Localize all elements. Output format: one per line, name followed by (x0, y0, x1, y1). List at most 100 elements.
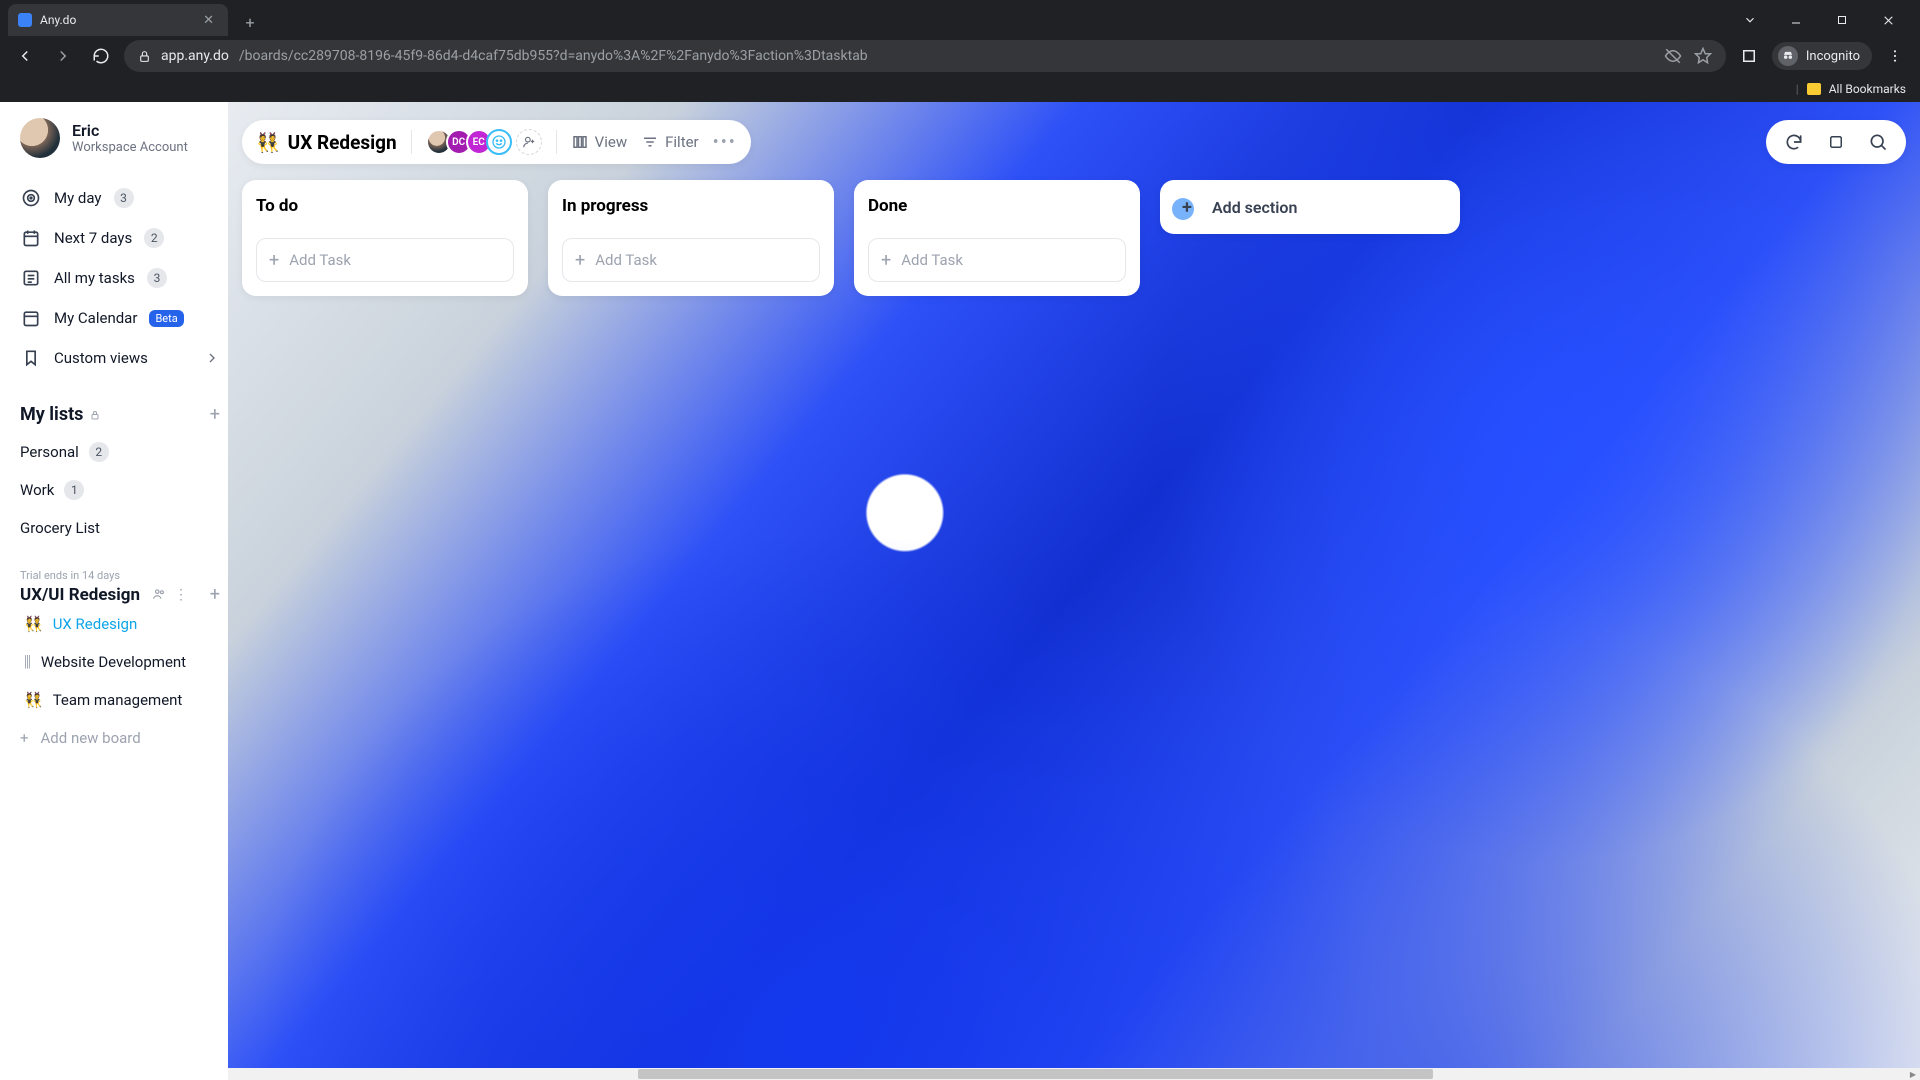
close-window-button[interactable] (1872, 6, 1904, 34)
forward-button[interactable] (48, 41, 78, 71)
tab-dropdown-icon[interactable] (1734, 6, 1766, 34)
board-label: UX Redesign (53, 615, 138, 633)
address-bar[interactable]: app.any.do/boards/cc289708-8196-45f9-86d… (124, 40, 1726, 72)
scroll-track[interactable] (14, 1068, 1906, 1080)
new-tab-button[interactable]: + (236, 8, 264, 36)
reload-button[interactable] (86, 41, 116, 71)
minimize-button[interactable] (1780, 6, 1812, 34)
addr-right-icons (1664, 47, 1712, 65)
add-workspace-board-button[interactable]: + (210, 584, 220, 605)
plus-icon: + (575, 250, 585, 271)
url-host: app.any.do (161, 48, 229, 64)
board-team-management[interactable]: 👯 Team management (20, 681, 220, 719)
my-lists-heading: My lists + (20, 404, 220, 425)
board-website-dev[interactable]: ⫼ Website Development (20, 643, 220, 681)
filter-label: Filter (665, 133, 699, 151)
divider (411, 130, 412, 154)
column-in-progress[interactable]: In progress + Add Task (548, 180, 834, 296)
list-label: Grocery List (20, 519, 100, 537)
board-emoji-icon: 👯 (24, 615, 43, 633)
incognito-icon (1778, 46, 1798, 66)
add-list-button[interactable]: + (210, 404, 220, 425)
add-task-button[interactable]: + Add Task (256, 238, 514, 282)
user-subtitle: Workspace Account (72, 140, 188, 155)
beta-badge: Beta (149, 310, 183, 327)
add-board-label: Add new board (41, 729, 141, 747)
add-section-label: Add section (1212, 198, 1297, 217)
column-done[interactable]: Done + Add Task (854, 180, 1140, 296)
column-todo[interactable]: To do + Add Task (242, 180, 528, 296)
tab-favicon (18, 13, 32, 27)
nav-label: Custom views (54, 349, 148, 367)
add-task-button[interactable]: + Add Task (868, 238, 1126, 282)
count-badge: 3 (114, 188, 134, 208)
app-root: Eric Workspace Account My day 3 Next 7 d… (0, 102, 1920, 1080)
list-work[interactable]: Work 1 (20, 471, 220, 509)
url-path: /boards/cc289708-8196-45f9-86d4-d4caf75d… (239, 48, 868, 64)
column-title: To do (256, 196, 514, 216)
maximize-button[interactable] (1826, 6, 1858, 34)
all-bookmarks-link[interactable]: All Bookmarks (1829, 82, 1906, 96)
chevron-right-icon (204, 350, 220, 366)
nav-label: All my tasks (54, 269, 135, 287)
count-badge: 2 (89, 442, 109, 462)
add-task-label: Add Task (595, 251, 657, 269)
eye-off-icon[interactable] (1664, 47, 1682, 65)
plus-icon: + (269, 250, 279, 271)
nav-my-calendar[interactable]: My Calendar Beta (20, 298, 220, 338)
incognito-badge[interactable]: Incognito (1772, 42, 1872, 70)
lines-icon: ⫼ (24, 653, 31, 671)
list-icon (20, 267, 42, 289)
calendar-icon (20, 227, 42, 249)
address-row: app.any.do/boards/cc289708-8196-45f9-86d… (0, 36, 1920, 76)
board-more-button[interactable]: ••• (713, 132, 737, 153)
add-new-board-button[interactable]: + Add new board (20, 719, 220, 757)
member-avatar-smile[interactable] (486, 129, 512, 155)
star-icon[interactable] (1694, 47, 1712, 65)
close-tab-icon[interactable]: ✕ (199, 11, 218, 30)
fullscreen-button[interactable] (1818, 124, 1854, 160)
list-grocery[interactable]: Grocery List (20, 509, 220, 547)
bookmark-icon (20, 347, 42, 369)
back-button[interactable] (10, 41, 40, 71)
my-lists-title: My lists (20, 404, 83, 425)
board-ux-redesign[interactable]: 👯 UX Redesign (20, 605, 220, 643)
board-label: Website Development (41, 653, 186, 671)
filter-button[interactable]: Filter (641, 133, 699, 151)
nav-all-my-tasks[interactable]: All my tasks 3 (20, 258, 220, 298)
target-icon (20, 187, 42, 209)
nav-my-day[interactable]: My day 3 (20, 178, 220, 218)
board-title-text: UX Redesign (288, 131, 397, 154)
horizontal-scrollbar[interactable]: ◀ ▶ (0, 1068, 1920, 1080)
tabs-row: Any.do ✕ + (0, 0, 1920, 36)
bookmarks-folder-icon (1807, 83, 1821, 95)
browser-tab[interactable]: Any.do ✕ (8, 4, 228, 36)
add-section-button[interactable]: + Add section (1160, 180, 1460, 234)
columns-icon (571, 133, 589, 151)
nav-custom-views[interactable]: Custom views (20, 338, 220, 378)
list-personal[interactable]: Personal 2 (20, 433, 220, 471)
add-member-button[interactable] (516, 129, 542, 155)
search-button[interactable] (1860, 124, 1896, 160)
add-task-button[interactable]: + Add Task (562, 238, 820, 282)
workspace-heading[interactable]: UX/UI Redesign ⋮ + (20, 584, 220, 605)
people-icon[interactable] (152, 587, 166, 603)
board-columns: To do + Add Task In progress + Add Task … (242, 180, 1920, 296)
divider (556, 130, 557, 154)
view-button[interactable]: View (571, 133, 627, 151)
board-emoji-icon: 👯 (256, 131, 280, 154)
nav-label: My day (54, 189, 102, 207)
user-profile[interactable]: Eric Workspace Account (20, 118, 220, 158)
board-members[interactable]: DC EC (426, 129, 542, 155)
sync-button[interactable] (1776, 124, 1812, 160)
more-icon[interactable]: ⋮ (174, 587, 188, 603)
chrome-menu-button[interactable] (1880, 41, 1910, 71)
count-badge: 3 (147, 268, 167, 288)
nav-next-7-days[interactable]: Next 7 days 2 (20, 218, 220, 258)
browser-chrome: Any.do ✕ + (0, 0, 1920, 102)
scroll-thumb[interactable] (638, 1069, 1433, 1079)
extensions-icon[interactable] (1734, 41, 1764, 71)
scroll-right-arrow[interactable]: ▶ (1906, 1068, 1920, 1080)
board-title[interactable]: 👯 UX Redesign (256, 131, 397, 154)
list-label: Personal (20, 443, 79, 461)
